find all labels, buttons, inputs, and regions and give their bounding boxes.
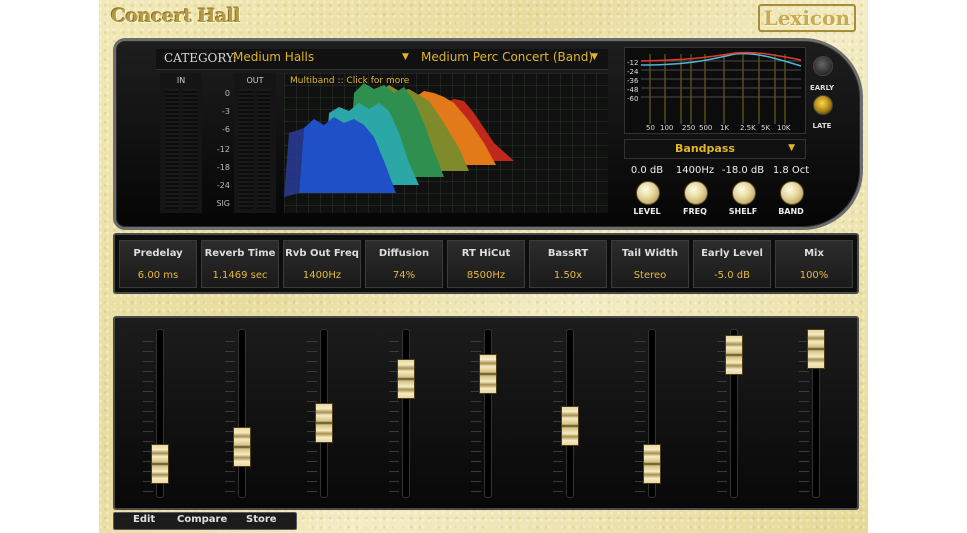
output-meter-label: OUT — [246, 76, 264, 85]
late-button[interactable] — [813, 95, 833, 115]
output-meter: OUT — [234, 73, 276, 213]
fader-track — [238, 329, 246, 498]
param-early-level[interactable]: Early Level -5.0 dB — [693, 240, 771, 288]
band-value: 1.8 Oct — [772, 165, 810, 176]
preset-dropdown[interactable]: Medium Perc Concert (Band) — [421, 50, 593, 64]
fader-handle[interactable] — [315, 402, 333, 443]
freq-knob[interactable] — [684, 181, 708, 205]
fader-handle[interactable] — [725, 334, 743, 375]
fader-tick-scale — [389, 332, 399, 492]
chevron-down-icon: ▼ — [788, 143, 795, 153]
parameter-strip: Predelay 6.00 ms Reverb Time 1.1469 sec Rv… — [113, 233, 859, 294]
level-knob[interactable] — [636, 181, 660, 205]
param-mix[interactable]: Mix 100% — [775, 240, 853, 288]
param-diffusion[interactable]: Diffusion 74% — [365, 240, 443, 288]
multiband-link[interactable]: Multiband :: Click for more — [290, 76, 409, 86]
fader-bank — [113, 316, 859, 510]
fader-tick-scale — [225, 332, 235, 492]
band-knob-label: BAND — [778, 207, 804, 216]
reverb-plugin-window: Concert Hall Lexicon CATEGORY: Medium Ha… — [99, 0, 868, 533]
bottom-button-bar: Edit Compare Store — [113, 512, 297, 530]
fader-handle[interactable] — [233, 427, 251, 468]
fader-handle[interactable] — [151, 443, 169, 484]
fader-handle[interactable] — [479, 353, 497, 394]
filter-type-value: Bandpass — [675, 142, 735, 155]
late-label: LATE — [812, 122, 832, 130]
edit-button[interactable]: Edit — [133, 514, 155, 525]
chevron-down-icon[interactable]: ▼ — [591, 52, 598, 62]
preset-title: Concert Hall — [111, 5, 241, 27]
fader-handle[interactable] — [397, 359, 415, 400]
multiband-decay-graph[interactable]: Multiband :: Click for more — [284, 73, 608, 213]
main-display: CATEGORY: Medium Halls ▼ Medium Perc Con… — [113, 38, 863, 230]
meter-scale: 0 -3 -6 -12 -18 -24 SIG — [216, 89, 230, 208]
fader-handle[interactable] — [561, 405, 579, 446]
eq-curve-display[interactable]: -12 -24 -36 -48 -60 50 100 250 500 1K 2.… — [624, 47, 806, 134]
fader-handle[interactable] — [807, 329, 825, 370]
input-meter-label: IN — [176, 76, 186, 85]
fader-track — [402, 329, 410, 498]
param-tail-width[interactable]: Tail Width Stereo — [611, 240, 689, 288]
category-bar: CATEGORY: Medium Halls ▼ Medium Perc Con… — [156, 49, 608, 70]
shelf-knob-label: SHELF — [728, 207, 758, 216]
early-label: EARLY — [809, 84, 835, 92]
early-button[interactable] — [813, 56, 833, 76]
compare-button[interactable]: Compare — [177, 514, 227, 525]
param-bassrt[interactable]: BassRT 1.50x — [529, 240, 607, 288]
freq-knob-label: FREQ — [683, 207, 707, 216]
eq-grid-graphic — [640, 51, 802, 124]
fader-handle[interactable] — [643, 443, 661, 484]
input-meter: IN — [160, 73, 202, 213]
store-button[interactable]: Store — [246, 514, 277, 525]
brand-logo: Lexicon — [757, 4, 856, 32]
param-rt-hicut[interactable]: RT HiCut 8500Hz — [447, 240, 525, 288]
param-reverb-time[interactable]: Reverb Time 1.1469 sec — [201, 240, 279, 288]
shelf-knob[interactable] — [732, 181, 756, 205]
param-predelay[interactable]: Predelay 6.00 ms — [119, 240, 197, 288]
chevron-down-icon[interactable]: ▼ — [402, 52, 409, 62]
decay-surface-graphic — [284, 83, 514, 197]
level-value: 0.0 dB — [630, 165, 664, 176]
freq-value: 1400Hz — [675, 165, 715, 176]
filter-type-dropdown[interactable]: Bandpass ▼ — [624, 139, 806, 159]
category-label: CATEGORY: — [164, 51, 237, 65]
category-dropdown[interactable]: Medium Halls — [233, 50, 314, 64]
level-knob-label: LEVEL — [633, 207, 661, 216]
band-knob[interactable] — [780, 181, 804, 205]
param-rvb-out-freq[interactable]: Rvb Out Freq 1400Hz — [283, 240, 361, 288]
shelf-value: -18.0 dB — [721, 165, 765, 176]
